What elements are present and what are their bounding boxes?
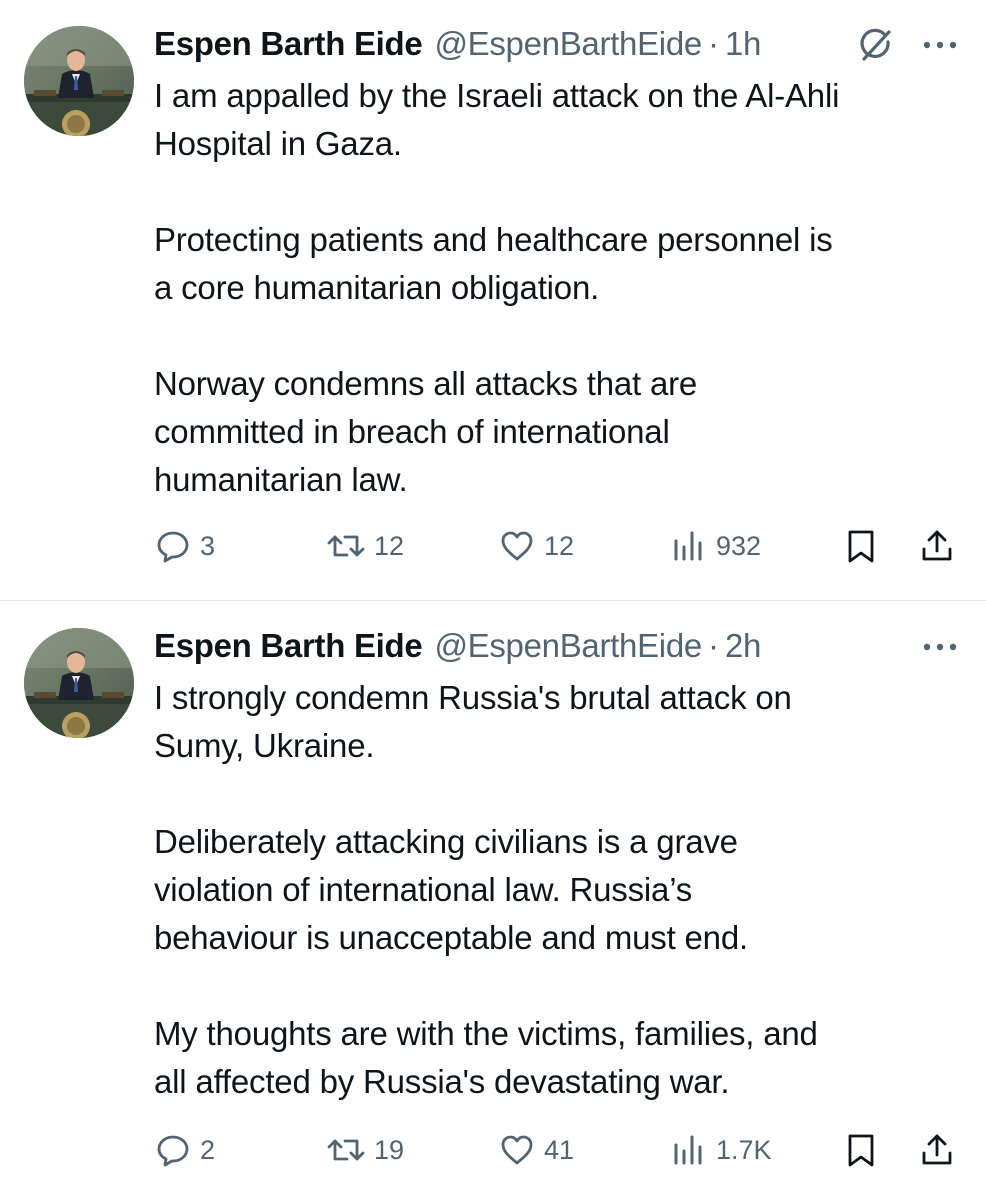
avatar-photo-icon xyxy=(24,628,134,738)
grok-icon[interactable] xyxy=(858,28,894,64)
tweet[interactable]: Espen Barth Eide @EspenBarthEide · 1h I … xyxy=(0,0,986,600)
heart-icon xyxy=(501,1135,533,1165)
retweet-icon xyxy=(327,535,365,557)
tweet-text: I am appalled by the Israeli attack on t… xyxy=(154,72,964,504)
tweet-divider xyxy=(0,600,986,601)
tweet-paragraph: My thoughts are with the victims, famili… xyxy=(154,1015,818,1100)
share-button[interactable] xyxy=(918,1128,956,1172)
views-icon xyxy=(674,531,702,561)
views-button[interactable]: 1.7K xyxy=(670,1128,772,1172)
avatar[interactable] xyxy=(24,26,134,136)
more-icon[interactable] xyxy=(918,30,962,60)
share-icon xyxy=(922,1134,952,1165)
author-name[interactable]: Espen Barth Eide xyxy=(154,622,423,670)
tweet-header: Espen Barth Eide @EspenBarthEide · 2h xyxy=(154,622,761,670)
retweet-icon xyxy=(327,1139,365,1161)
retweet-count: 12 xyxy=(374,530,405,561)
timestamp[interactable]: 2h xyxy=(725,622,761,670)
avatar[interactable] xyxy=(24,628,134,738)
more-icon[interactable] xyxy=(918,632,962,662)
like-button[interactable]: 12 xyxy=(498,524,574,568)
tweet[interactable]: Espen Barth Eide @EspenBarthEide · 2h I … xyxy=(0,602,986,1200)
avatar-photo-icon xyxy=(24,26,134,136)
retweet-count: 19 xyxy=(374,1134,405,1165)
dot-separator: · xyxy=(707,25,719,62)
like-count: 41 xyxy=(544,1134,575,1165)
tweet-text: I strongly condemn Russia's brutal attac… xyxy=(154,674,964,1106)
tweet-paragraph: I strongly condemn Russia's brutal attac… xyxy=(154,679,792,764)
like-count: 12 xyxy=(544,530,575,561)
tweet-paragraph: Protecting patients and healthcare perso… xyxy=(154,221,833,306)
bookmark-button[interactable] xyxy=(842,524,880,568)
action-bar: 3 12 12 932 xyxy=(154,524,964,568)
views-count: 932 xyxy=(716,530,762,561)
timestamp[interactable]: 1h xyxy=(725,20,761,68)
reply-button[interactable]: 2 xyxy=(154,1128,215,1172)
reply-button[interactable]: 3 xyxy=(154,524,215,568)
reply-icon xyxy=(157,531,189,563)
tweet-paragraph: Deliberately attacking civilians is a gr… xyxy=(154,823,748,956)
retweet-button[interactable]: 19 xyxy=(326,1128,404,1172)
share-icon xyxy=(922,530,952,561)
reply-icon xyxy=(157,1135,189,1167)
bookmark-button[interactable] xyxy=(842,1128,880,1172)
reply-count: 3 xyxy=(200,530,216,561)
views-button[interactable]: 932 xyxy=(670,524,761,568)
dot-separator: · xyxy=(707,627,719,664)
bookmark-icon xyxy=(848,530,874,563)
action-bar: 2 19 41 1.7K xyxy=(154,1128,964,1172)
author-name[interactable]: Espen Barth Eide xyxy=(154,20,423,68)
author-handle[interactable]: @EspenBarthEide xyxy=(434,622,702,670)
tweet-paragraph: I am appalled by the Israeli attack on t… xyxy=(154,77,840,162)
views-icon xyxy=(674,1135,702,1165)
bookmark-icon xyxy=(848,1134,874,1167)
heart-icon xyxy=(501,531,533,561)
tweet-header: Espen Barth Eide @EspenBarthEide · 1h xyxy=(154,20,761,68)
retweet-button[interactable]: 12 xyxy=(326,524,404,568)
like-button[interactable]: 41 xyxy=(498,1128,574,1172)
reply-count: 2 xyxy=(200,1134,216,1165)
share-button[interactable] xyxy=(918,524,956,568)
tweet-paragraph: Norway condemns all attacks that are com… xyxy=(154,365,698,498)
views-count: 1.7K xyxy=(716,1134,772,1165)
author-handle[interactable]: @EspenBarthEide xyxy=(434,20,702,68)
